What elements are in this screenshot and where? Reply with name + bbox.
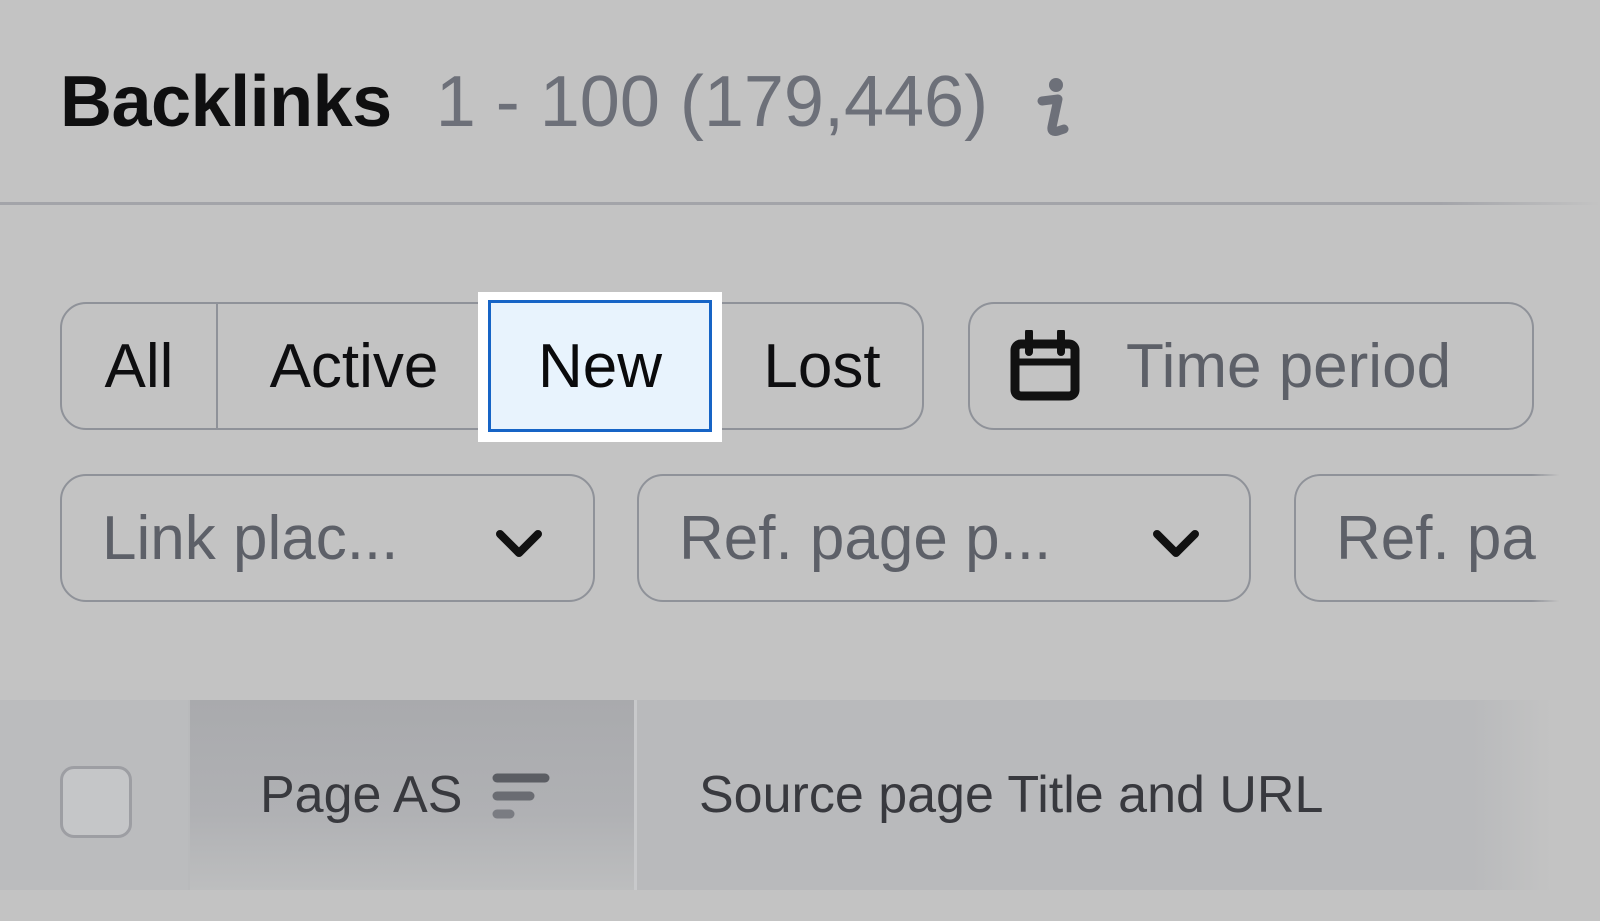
ref-page-property-dropdown[interactable]: Ref. page p... (637, 474, 1251, 602)
select-all-checkbox[interactable] (60, 766, 132, 838)
header-divider (0, 202, 1600, 205)
select-all-cell (0, 700, 188, 890)
time-period-label: Time period (1126, 331, 1452, 401)
table-header: Page AS Source page Title and URL (0, 700, 1600, 890)
page-header: Backlinks 1 - 100 (179,446) (60, 52, 1072, 152)
tab-all[interactable]: All (62, 304, 216, 428)
result-range-count: 1 - 100 (179,446) (435, 62, 989, 142)
dropdown-label: Ref. page p... (679, 503, 1052, 573)
dropdown-label: Ref. pa (1336, 503, 1536, 573)
column-header-page-as[interactable]: Page AS (190, 700, 634, 890)
ref-page-filter-dropdown[interactable]: Ref. pa (1294, 474, 1600, 602)
sort-descending-icon (492, 772, 550, 822)
column-header-source-page[interactable]: Source page Title and URL (637, 700, 1537, 890)
column-label: Page AS (260, 766, 463, 824)
chevron-down-icon (494, 528, 544, 560)
link-placement-dropdown[interactable]: Link plac... (60, 474, 595, 602)
column-label: Source page Title and URL (699, 766, 1324, 824)
page-title: Backlinks (60, 62, 392, 142)
dropdown-label: Link plac... (102, 503, 399, 573)
tab-lost[interactable]: Lost (722, 304, 922, 428)
tab-new[interactable]: New (488, 300, 712, 432)
info-icon[interactable] (1032, 71, 1072, 141)
calendar-icon (1010, 328, 1080, 402)
chevron-down-icon (1151, 528, 1201, 560)
time-period-button[interactable]: Time period (968, 302, 1534, 430)
tab-active[interactable]: Active (218, 304, 490, 428)
